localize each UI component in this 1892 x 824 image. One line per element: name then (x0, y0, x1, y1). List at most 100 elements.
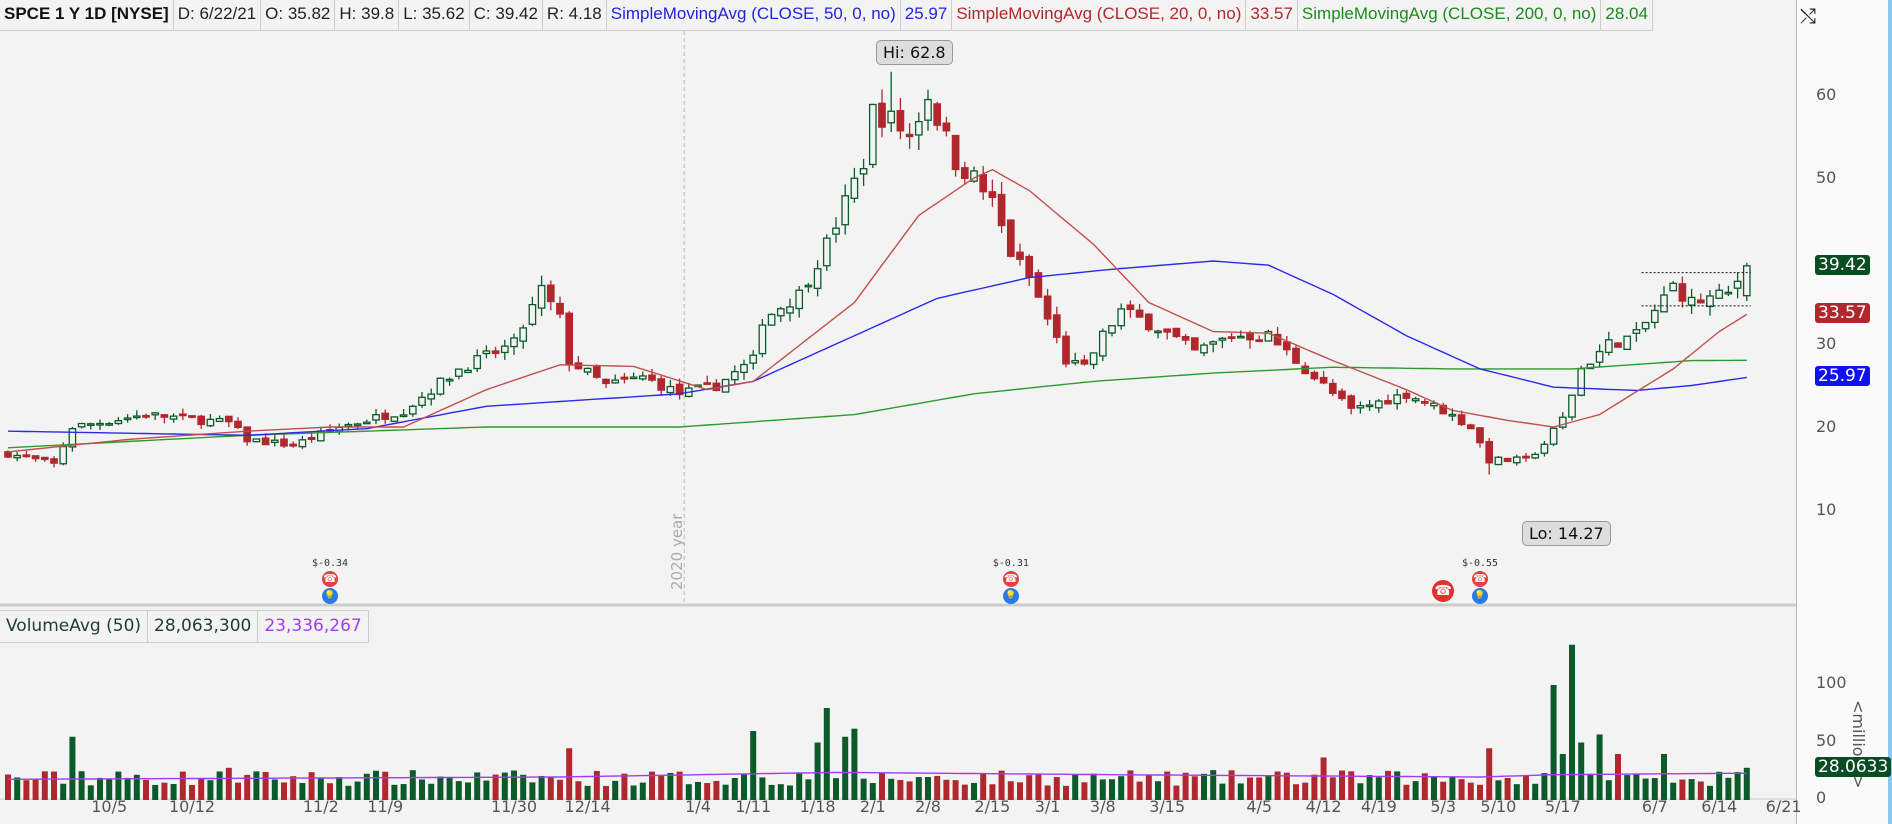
candle-up (611, 379, 620, 384)
candle-down (1476, 427, 1484, 444)
date-tick-label: 1/11 (735, 797, 772, 816)
candle-down (1144, 313, 1153, 331)
candle-down (1052, 314, 1061, 338)
volume-bar (787, 785, 793, 800)
toggle-panels-icon[interactable]: ⤭ (1800, 4, 1816, 28)
price-volume-chart[interactable] (0, 0, 1892, 824)
volume-tick-label: 100 (1816, 673, 1847, 692)
symbol-label[interactable]: SPCE 1 Y 1D [NYSE] (0, 0, 174, 30)
date-tick-label: 1/4 (685, 797, 711, 816)
sma50-label[interactable]: SimpleMovingAvg (CLOSE, 50, 0, no) (607, 0, 901, 30)
candle-down (979, 174, 988, 193)
volume-bar (1688, 779, 1695, 800)
candle-up (666, 385, 675, 394)
price-axis[interactable] (1796, 0, 1889, 824)
candle-down (620, 376, 629, 380)
candle-up (528, 303, 537, 325)
phone-icon: ☎ (1472, 571, 1488, 587)
candle-up (418, 396, 426, 406)
candle-up (510, 337, 518, 348)
volume-bar (253, 771, 260, 800)
volume-avg-value: 23,336,267 (258, 611, 369, 642)
volume-study-label[interactable]: VolumeAvg (50) (0, 611, 149, 642)
price-tick-label: 30 (1816, 334, 1837, 353)
volume-bar (676, 771, 683, 800)
volume-bar (143, 779, 149, 800)
candle-up (1365, 404, 1374, 408)
candle-up (804, 284, 813, 288)
volume-bar (14, 777, 21, 800)
date-tick-label: 5/3 (1430, 797, 1457, 816)
candle-down (1016, 251, 1024, 260)
candle-down (1292, 347, 1300, 364)
candle-up (13, 454, 22, 459)
candle-down (307, 436, 316, 441)
volume-bar (851, 728, 858, 800)
volume-value: 28,063,300 (148, 611, 259, 642)
candle-down (657, 378, 666, 391)
candle-down (1255, 339, 1264, 343)
candle-down (280, 438, 288, 447)
volume-bar (1136, 781, 1143, 800)
candle-up (96, 422, 104, 426)
candle-down (546, 284, 555, 303)
candle-up (1724, 291, 1733, 295)
volume-bar (179, 771, 186, 800)
volume-bar (419, 779, 425, 800)
volume-bar (1219, 783, 1226, 800)
candle-down (1310, 371, 1319, 380)
range-value: R: 4.18 (543, 0, 607, 30)
volume-header: VolumeAvg (50) 28,063,300 23,336,267 (0, 610, 369, 643)
candle-down (234, 420, 242, 429)
lightbulb-icon: 💡 (1472, 588, 1488, 604)
volume-bar (897, 780, 904, 800)
candle-up (767, 313, 776, 326)
date-tick-label: 4/5 (1246, 797, 1273, 816)
candle-down (491, 350, 500, 355)
candle-up (1540, 443, 1549, 454)
candle-up (1706, 295, 1714, 308)
candle-up (519, 327, 528, 342)
sma200-label[interactable]: SimpleMovingAvg (CLOSE, 200, 0, no) (1298, 0, 1602, 30)
volume-bar (1201, 773, 1207, 800)
volume-bar (1118, 776, 1125, 800)
volume-bar (216, 771, 223, 800)
volume-bar (446, 777, 453, 800)
candle-up (1687, 296, 1696, 306)
candle-up (445, 378, 454, 382)
volume-bar (1026, 775, 1033, 800)
candle-up (114, 420, 123, 425)
candle-down (1025, 255, 1034, 278)
candle-down (188, 415, 196, 418)
date-tick-label: 2/1 (859, 797, 886, 816)
volume-bar (32, 778, 39, 800)
sma20-label[interactable]: SimpleMovingAvg (CLOSE, 20, 0, no) (952, 0, 1247, 30)
candle-up (1098, 330, 1107, 357)
scrollbar[interactable] (1888, 0, 1892, 824)
candle-down (1347, 395, 1356, 409)
candle-up (1071, 359, 1080, 364)
candle-down (556, 302, 564, 315)
candle-down (1328, 382, 1337, 394)
volume-bar (382, 771, 389, 800)
price-tick-label: 10 (1816, 500, 1837, 519)
candle-down (1319, 376, 1328, 384)
candle-up (270, 439, 279, 444)
volume-bar (511, 770, 517, 800)
candle-down (160, 414, 169, 418)
date-value: D: 6/22/21 (174, 0, 262, 30)
volume-bar (1596, 734, 1603, 800)
volume-bar (1587, 773, 1594, 800)
low-callout: Lo: 14.27 (1522, 521, 1611, 546)
volume-bar (1293, 784, 1299, 800)
open-value: O: 35.82 (261, 0, 336, 30)
last-price-badge: 33.57 (1815, 303, 1870, 324)
candle-up (1595, 350, 1604, 363)
candle-up (454, 368, 463, 377)
candle-up (482, 350, 491, 355)
volume-bar (262, 771, 269, 800)
volume-bar (943, 779, 950, 800)
volume-bar (290, 776, 297, 800)
candle-up (1411, 398, 1420, 402)
earnings-value: $-0.55 (1461, 558, 1499, 569)
